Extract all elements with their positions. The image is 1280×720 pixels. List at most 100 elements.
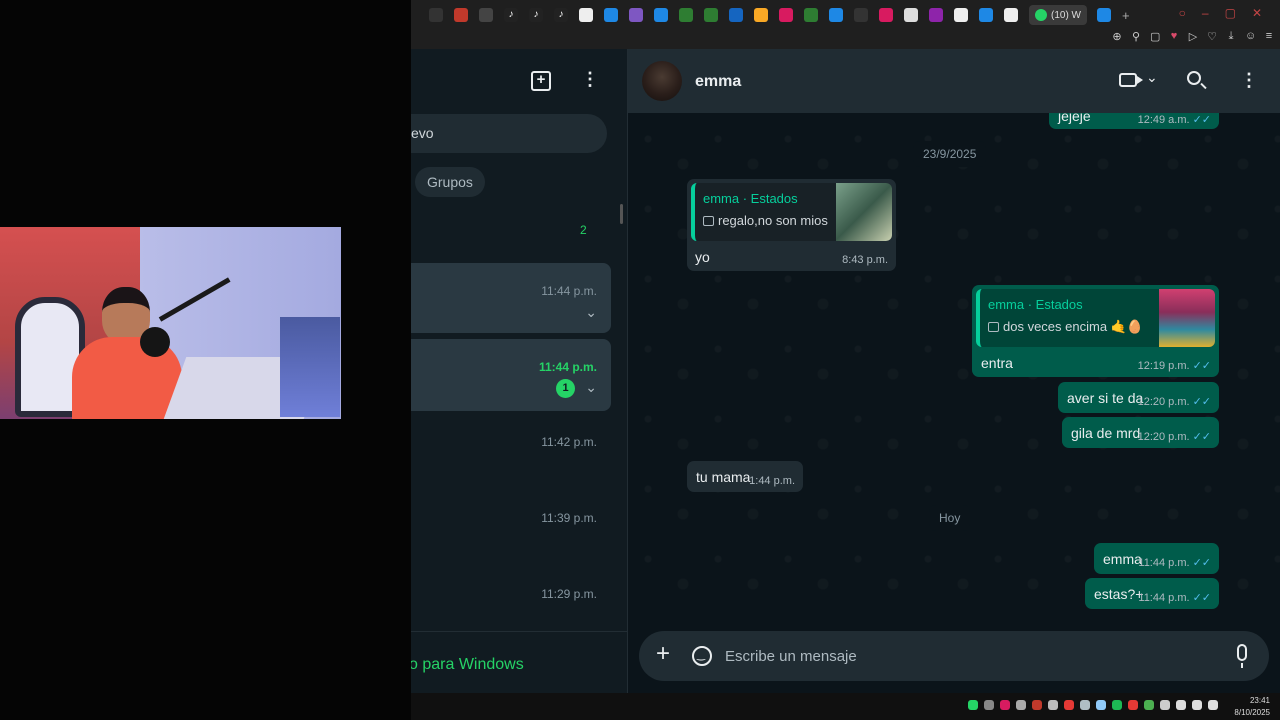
tab-icon[interactable]: [979, 8, 993, 22]
tray-icon[interactable]: [1144, 700, 1154, 710]
chat-row[interactable]: 11:44 p.m. 1 ⌄: [411, 339, 611, 411]
close-icon[interactable]: ✕: [1252, 6, 1262, 20]
drive-tab-icon[interactable]: [804, 8, 818, 22]
instagram-tab-icon[interactable]: [779, 8, 793, 22]
message-incoming[interactable]: emma · Estados regalo,no son mios yo 8:4…: [687, 179, 896, 271]
attach-plus-icon[interactable]: +: [656, 642, 670, 666]
tray-icon[interactable]: [1016, 700, 1026, 710]
whatsapp-icon[interactable]: [968, 700, 978, 710]
tab-icon[interactable]: [729, 8, 743, 22]
message-outgoing[interactable]: emma 11:44 p.m. ✓✓: [1094, 543, 1219, 574]
new-tab-button[interactable]: +: [1122, 8, 1130, 23]
tab-icon[interactable]: [854, 8, 868, 22]
search-tabs-icon[interactable]: ○: [1179, 6, 1186, 20]
message-time: 12:20 p.m.: [1137, 396, 1190, 408]
chat-row[interactable]: 11:29 p.m.: [411, 569, 611, 631]
heart-icon[interactable]: ♡: [1207, 30, 1217, 43]
taskbar-clock[interactable]: 23:41 8/10/2025: [1234, 695, 1270, 719]
tab-icon[interactable]: [429, 8, 443, 22]
tab-icon[interactable]: [654, 8, 668, 22]
volume-icon[interactable]: [1208, 700, 1218, 710]
message-time: 11:44 p.m.: [1138, 557, 1190, 569]
battery-icon[interactable]: [1160, 700, 1170, 710]
new-chat-icon[interactable]: +: [531, 71, 551, 91]
tab-icon[interactable]: [1097, 8, 1111, 22]
window-controls: ○ – ▢ ✕: [1179, 6, 1262, 20]
quote-author: emma · Estados: [988, 297, 1083, 312]
drive-tab-icon[interactable]: [679, 8, 693, 22]
tiktok-tab-icon[interactable]: ♪: [504, 8, 518, 22]
tab-icon[interactable]: [479, 8, 493, 22]
message-meta: 1:44 p.m.: [749, 475, 795, 487]
tiktok-tab-icon[interactable]: ♪: [529, 8, 543, 22]
status-reply-quote[interactable]: emma · Estados regalo,no son mios: [691, 183, 892, 241]
tab-icon[interactable]: [879, 8, 893, 22]
message-incoming[interactable]: tu mama 1:44 p.m.: [687, 461, 803, 492]
chevron-down-icon[interactable]: ⌄: [1146, 69, 1158, 86]
message-input[interactable]: [725, 644, 1205, 668]
zoom-icon[interactable]: ⊕: [1112, 30, 1122, 43]
maximize-icon[interactable]: ▢: [1225, 6, 1236, 20]
steam-icon[interactable]: [1096, 700, 1106, 710]
chevron-down-icon[interactable]: ⌄: [585, 379, 597, 396]
avatar[interactable]: [642, 61, 682, 101]
minimize-icon[interactable]: –: [1202, 6, 1209, 20]
contact-name[interactable]: emma: [695, 73, 741, 91]
more-options-icon[interactable]: ⋮: [581, 69, 599, 90]
more-options-icon[interactable]: ⋮: [1240, 70, 1258, 91]
network-icon[interactable]: [1192, 700, 1202, 710]
microphone-icon[interactable]: [1237, 644, 1247, 668]
chat-row[interactable]: 11:44 p.m. ⌄: [411, 263, 611, 333]
download-icon[interactable]: ⤓: [1226, 30, 1236, 43]
tab-icon[interactable]: [604, 8, 618, 22]
status-reply-quote[interactable]: emma · Estados dos veces encima 🤙🥚: [976, 289, 1215, 347]
tab-icon[interactable]: [454, 8, 468, 22]
message-outgoing[interactable]: emma · Estados dos veces encima 🤙🥚 entra…: [972, 285, 1219, 377]
tab-icon[interactable]: [829, 8, 843, 22]
tab-icon[interactable]: [929, 8, 943, 22]
video-call-icon[interactable]: [1119, 73, 1143, 87]
tray-icon[interactable]: [1080, 700, 1090, 710]
google-tab-icon[interactable]: [954, 8, 968, 22]
tab-icon[interactable]: [754, 8, 768, 22]
tab-icon[interactable]: [1004, 8, 1018, 22]
search-icon[interactable]: [1187, 71, 1201, 85]
shield-icon[interactable]: ♥: [1169, 30, 1179, 43]
menu-icon[interactable]: ≡: [1264, 30, 1274, 43]
get-windows-app-link[interactable]: o para Windows: [411, 656, 524, 674]
search-input[interactable]: [411, 114, 607, 153]
drive-tab-icon[interactable]: [704, 8, 718, 22]
extension-icon[interactable]: ▢: [1150, 30, 1160, 43]
read-ticks-icon: ✓✓: [1192, 396, 1211, 408]
mic-icon[interactable]: [1176, 700, 1186, 710]
chat-row[interactable]: 11:39 p.m.: [411, 493, 611, 563]
profile-icon[interactable]: ☺: [1245, 30, 1256, 43]
read-ticks-icon: ✓✓: [1192, 114, 1211, 126]
scrollbar[interactable]: [620, 204, 623, 224]
whatsapp-tab[interactable]: (10) W: [1029, 5, 1087, 25]
tray-icon[interactable]: [1128, 700, 1138, 710]
chevron-down-icon[interactable]: ⌄: [585, 304, 597, 321]
chat-row-time: 11:44 p.m.: [541, 284, 597, 298]
tab-icon[interactable]: [579, 8, 593, 22]
pin-icon[interactable]: ⚲: [1131, 30, 1141, 43]
quote-caption: dos veces encima 🤙🥚: [1003, 319, 1144, 334]
tiktok-tab-icon[interactable]: ♪: [554, 8, 568, 22]
message-outgoing[interactable]: estas?+ 11:44 p.m. ✓✓: [1085, 578, 1219, 609]
tray-icon[interactable]: [1048, 700, 1058, 710]
tray-icon[interactable]: [1000, 700, 1010, 710]
unread-badge: 1: [556, 379, 575, 398]
play-icon[interactable]: ▷: [1188, 30, 1198, 43]
message-outgoing[interactable]: aver si te da 12:20 p.m. ✓✓: [1058, 382, 1219, 413]
sticker-icon[interactable]: [692, 646, 712, 666]
chat-row[interactable]: 11:42 p.m.: [411, 417, 611, 487]
spotify-icon[interactable]: [1112, 700, 1122, 710]
filter-groups-chip[interactable]: Grupos: [415, 167, 485, 197]
tray-icon[interactable]: [1064, 700, 1074, 710]
message-outgoing[interactable]: gila de mrd 12:20 p.m. ✓✓: [1062, 417, 1219, 448]
tray-icon[interactable]: [984, 700, 994, 710]
tray-icon[interactable]: [1032, 700, 1042, 710]
chat-row-time: 11:44 p.m.: [538, 360, 597, 374]
tab-icon[interactable]: [629, 8, 643, 22]
tab-icon[interactable]: [904, 8, 918, 22]
